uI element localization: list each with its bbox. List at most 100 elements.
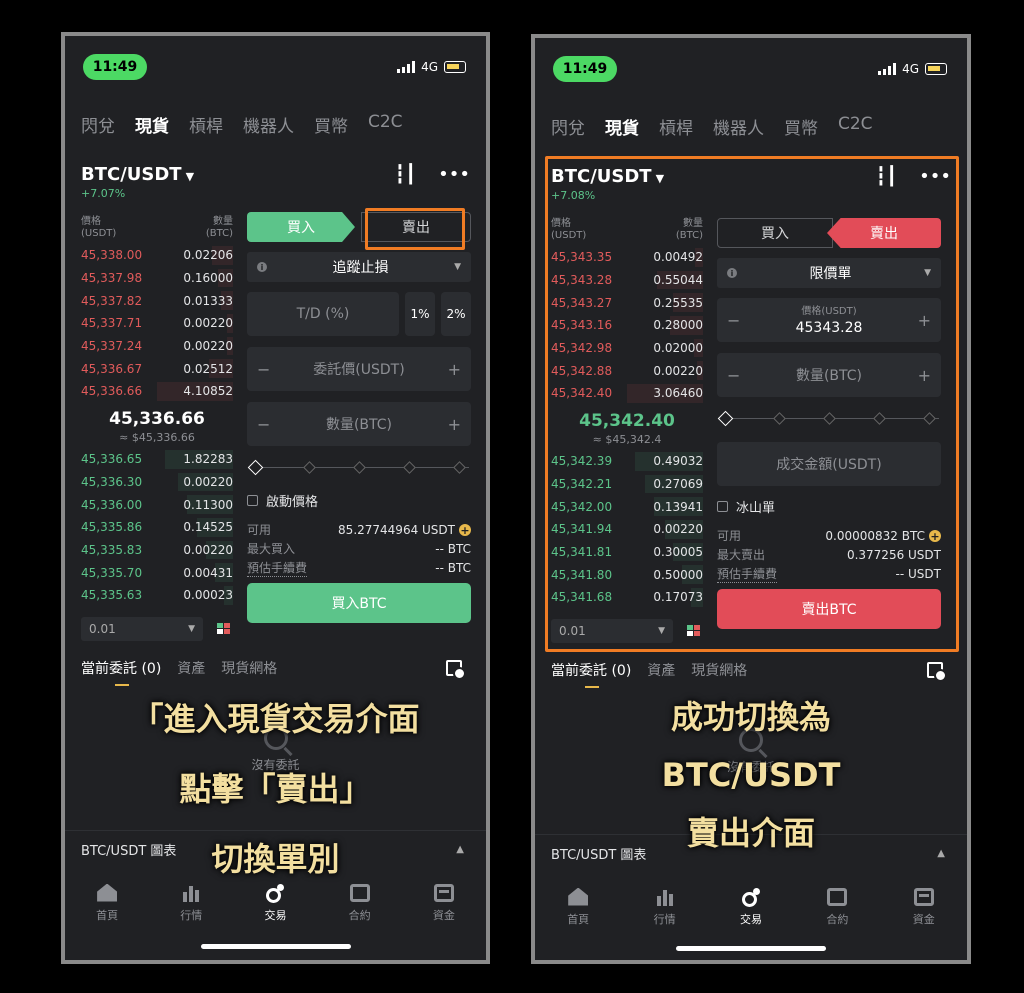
add-funds-icon[interactable]: + — [459, 524, 471, 536]
tab-buy-crypto[interactable]: 買幣 — [314, 112, 348, 137]
sell-btc-button[interactable]: 賣出BTC — [717, 589, 941, 629]
fee-label[interactable]: 預估手續費 — [247, 559, 308, 577]
order-history-icon[interactable] — [446, 660, 466, 680]
bid-row[interactable]: 45,335.83 0.00220 — [81, 539, 233, 562]
nav-futures[interactable]: 合約 — [807, 887, 867, 927]
book-layout-icon[interactable] — [687, 625, 700, 637]
ask-row[interactable]: 45,337.98 0.16000 — [81, 267, 233, 290]
nav-home[interactable]: 首頁 — [548, 887, 608, 927]
candlestick-icon[interactable]: ┇┃ — [875, 166, 897, 187]
minus-icon[interactable]: − — [727, 366, 740, 385]
tab-spot-grid[interactable]: 現貨網格 — [221, 658, 277, 678]
plus-icon[interactable]: + — [448, 415, 461, 434]
bid-row[interactable]: 45,335.63 0.00023 — [81, 584, 233, 607]
limit-price-input[interactable]: − 價格(USDT) 45343.28 + — [717, 298, 941, 342]
tab-margin[interactable]: 槓桿 — [659, 114, 693, 139]
bid-row[interactable]: 45,341.81 0.30005 — [551, 541, 703, 564]
plus-icon[interactable]: + — [918, 366, 931, 385]
ask-row[interactable]: 45,337.82 0.01333 — [81, 289, 233, 312]
slider-stop-25[interactable] — [773, 412, 786, 425]
tab-bots[interactable]: 機器人 — [713, 114, 764, 139]
iceberg-option[interactable]: 冰山單 — [717, 497, 941, 516]
tab-spot[interactable]: 現貨 — [605, 114, 639, 139]
ask-row[interactable]: 45,343.35 0.00492 — [551, 246, 703, 269]
ask-row[interactable]: 45,343.27 0.25535 — [551, 291, 703, 314]
depth-precision-select[interactable]: 0.01 ▼ — [551, 618, 673, 643]
ask-row[interactable]: 45,338.00 0.02206 — [81, 244, 233, 267]
ask-row[interactable]: 45,342.40 3.06460 — [551, 382, 703, 405]
bid-row[interactable]: 45,341.68 0.17073 — [551, 586, 703, 609]
more-icon[interactable]: ••• — [919, 166, 951, 187]
minus-icon[interactable]: − — [257, 415, 270, 434]
slider-stop-75[interactable] — [403, 461, 416, 474]
tab-c2c[interactable]: C2C — [838, 114, 873, 139]
bid-row[interactable]: 45,342.39 0.49032 — [551, 450, 703, 473]
depth-precision-select[interactable]: 0.01 ▼ — [81, 616, 203, 641]
bid-row[interactable]: 45,341.94 0.00220 — [551, 518, 703, 541]
buy-tab[interactable]: 買入 — [247, 212, 355, 242]
buy-tab[interactable]: 買入 — [717, 218, 833, 248]
bid-row[interactable]: 45,336.65 1.82283 — [81, 448, 233, 471]
slider-stop-50[interactable] — [823, 412, 836, 425]
amount-slider[interactable] — [247, 457, 471, 479]
slider-stop-25[interactable] — [303, 461, 316, 474]
slider-stop-50[interactable] — [353, 461, 366, 474]
pct-1-button[interactable]: 1% — [405, 292, 435, 336]
tab-margin[interactable]: 槓桿 — [189, 112, 223, 137]
slider-handle[interactable] — [247, 459, 264, 476]
plus-icon[interactable]: + — [918, 311, 931, 330]
add-funds-icon[interactable]: + — [929, 530, 941, 542]
ask-row[interactable]: 45,337.24 0.00220 — [81, 335, 233, 358]
minus-icon[interactable]: − — [257, 360, 270, 379]
more-icon[interactable]: ••• — [438, 164, 470, 185]
tab-bots[interactable]: 機器人 — [243, 112, 294, 137]
candlestick-icon[interactable]: ┇┃ — [394, 164, 416, 185]
bid-row[interactable]: 45,342.00 0.13941 — [551, 495, 703, 518]
plus-icon[interactable]: + — [448, 360, 461, 379]
pct-2-button[interactable]: 2% — [441, 292, 471, 336]
total-input[interactable]: 成交金額(USDT) — [717, 442, 941, 486]
tab-open-orders[interactable]: 當前委託 (0) — [551, 660, 631, 688]
sell-tab[interactable]: 賣出 — [827, 218, 941, 248]
order-type-select[interactable]: i 限價單 ▼ — [717, 258, 941, 288]
bid-row[interactable]: 45,336.00 0.11300 — [81, 493, 233, 516]
order-type-select[interactable]: i 追蹤止損 ▼ — [247, 252, 471, 282]
slider-stop-75[interactable] — [873, 412, 886, 425]
amount-slider[interactable] — [717, 408, 941, 430]
nav-markets[interactable]: 行情 — [635, 888, 695, 927]
tab-assets[interactable]: 資產 — [647, 660, 675, 680]
home-indicator[interactable] — [676, 946, 826, 951]
bid-row[interactable]: 45,336.30 0.00220 — [81, 471, 233, 494]
tab-c2c[interactable]: C2C — [368, 112, 403, 137]
ask-row[interactable]: 45,343.16 0.28000 — [551, 314, 703, 337]
tab-spot-grid[interactable]: 現貨網格 — [691, 660, 747, 680]
nav-trade[interactable]: 交易 — [721, 887, 781, 927]
order-history-icon[interactable] — [927, 662, 947, 682]
ask-row[interactable]: 45,342.88 0.00220 — [551, 359, 703, 382]
buy-btc-button[interactable]: 買入BTC — [247, 583, 471, 623]
slider-stop-100[interactable] — [453, 461, 466, 474]
ask-row[interactable]: 45,342.98 0.02000 — [551, 337, 703, 360]
tab-spot[interactable]: 現貨 — [135, 112, 169, 137]
iceberg-checkbox[interactable] — [717, 501, 728, 512]
amount-input[interactable]: − 數量(BTC) + — [717, 353, 941, 397]
home-indicator[interactable] — [200, 944, 351, 949]
tab-assets[interactable]: 資產 — [177, 658, 205, 678]
slider-stop-100[interactable] — [923, 412, 936, 425]
bid-row[interactable]: 45,335.86 0.14525 — [81, 516, 233, 539]
trailing-delta-input[interactable]: T/D (%) — [247, 292, 399, 336]
tab-flash-swap[interactable]: 閃兌 — [551, 114, 585, 139]
sell-tab[interactable]: 賣出 — [361, 212, 471, 242]
trigger-price-checkbox[interactable] — [247, 495, 258, 506]
bid-row[interactable]: 45,341.80 0.50000 — [551, 563, 703, 586]
slider-handle[interactable] — [717, 410, 734, 427]
book-layout-icon[interactable] — [217, 623, 230, 635]
trigger-price-option[interactable]: 啟動價格 — [247, 491, 471, 510]
minus-icon[interactable]: − — [727, 311, 740, 330]
nav-assets[interactable]: 資金 — [894, 887, 954, 927]
bid-row[interactable]: 45,342.21 0.27069 — [551, 473, 703, 496]
limit-price-input[interactable]: − 委託價(USDT) + — [247, 347, 471, 391]
ask-row[interactable]: 45,336.66 4.10852 — [81, 380, 233, 403]
tab-open-orders[interactable]: 當前委託 (0) — [81, 658, 161, 686]
ask-row[interactable]: 45,336.67 0.02512 — [81, 357, 233, 380]
